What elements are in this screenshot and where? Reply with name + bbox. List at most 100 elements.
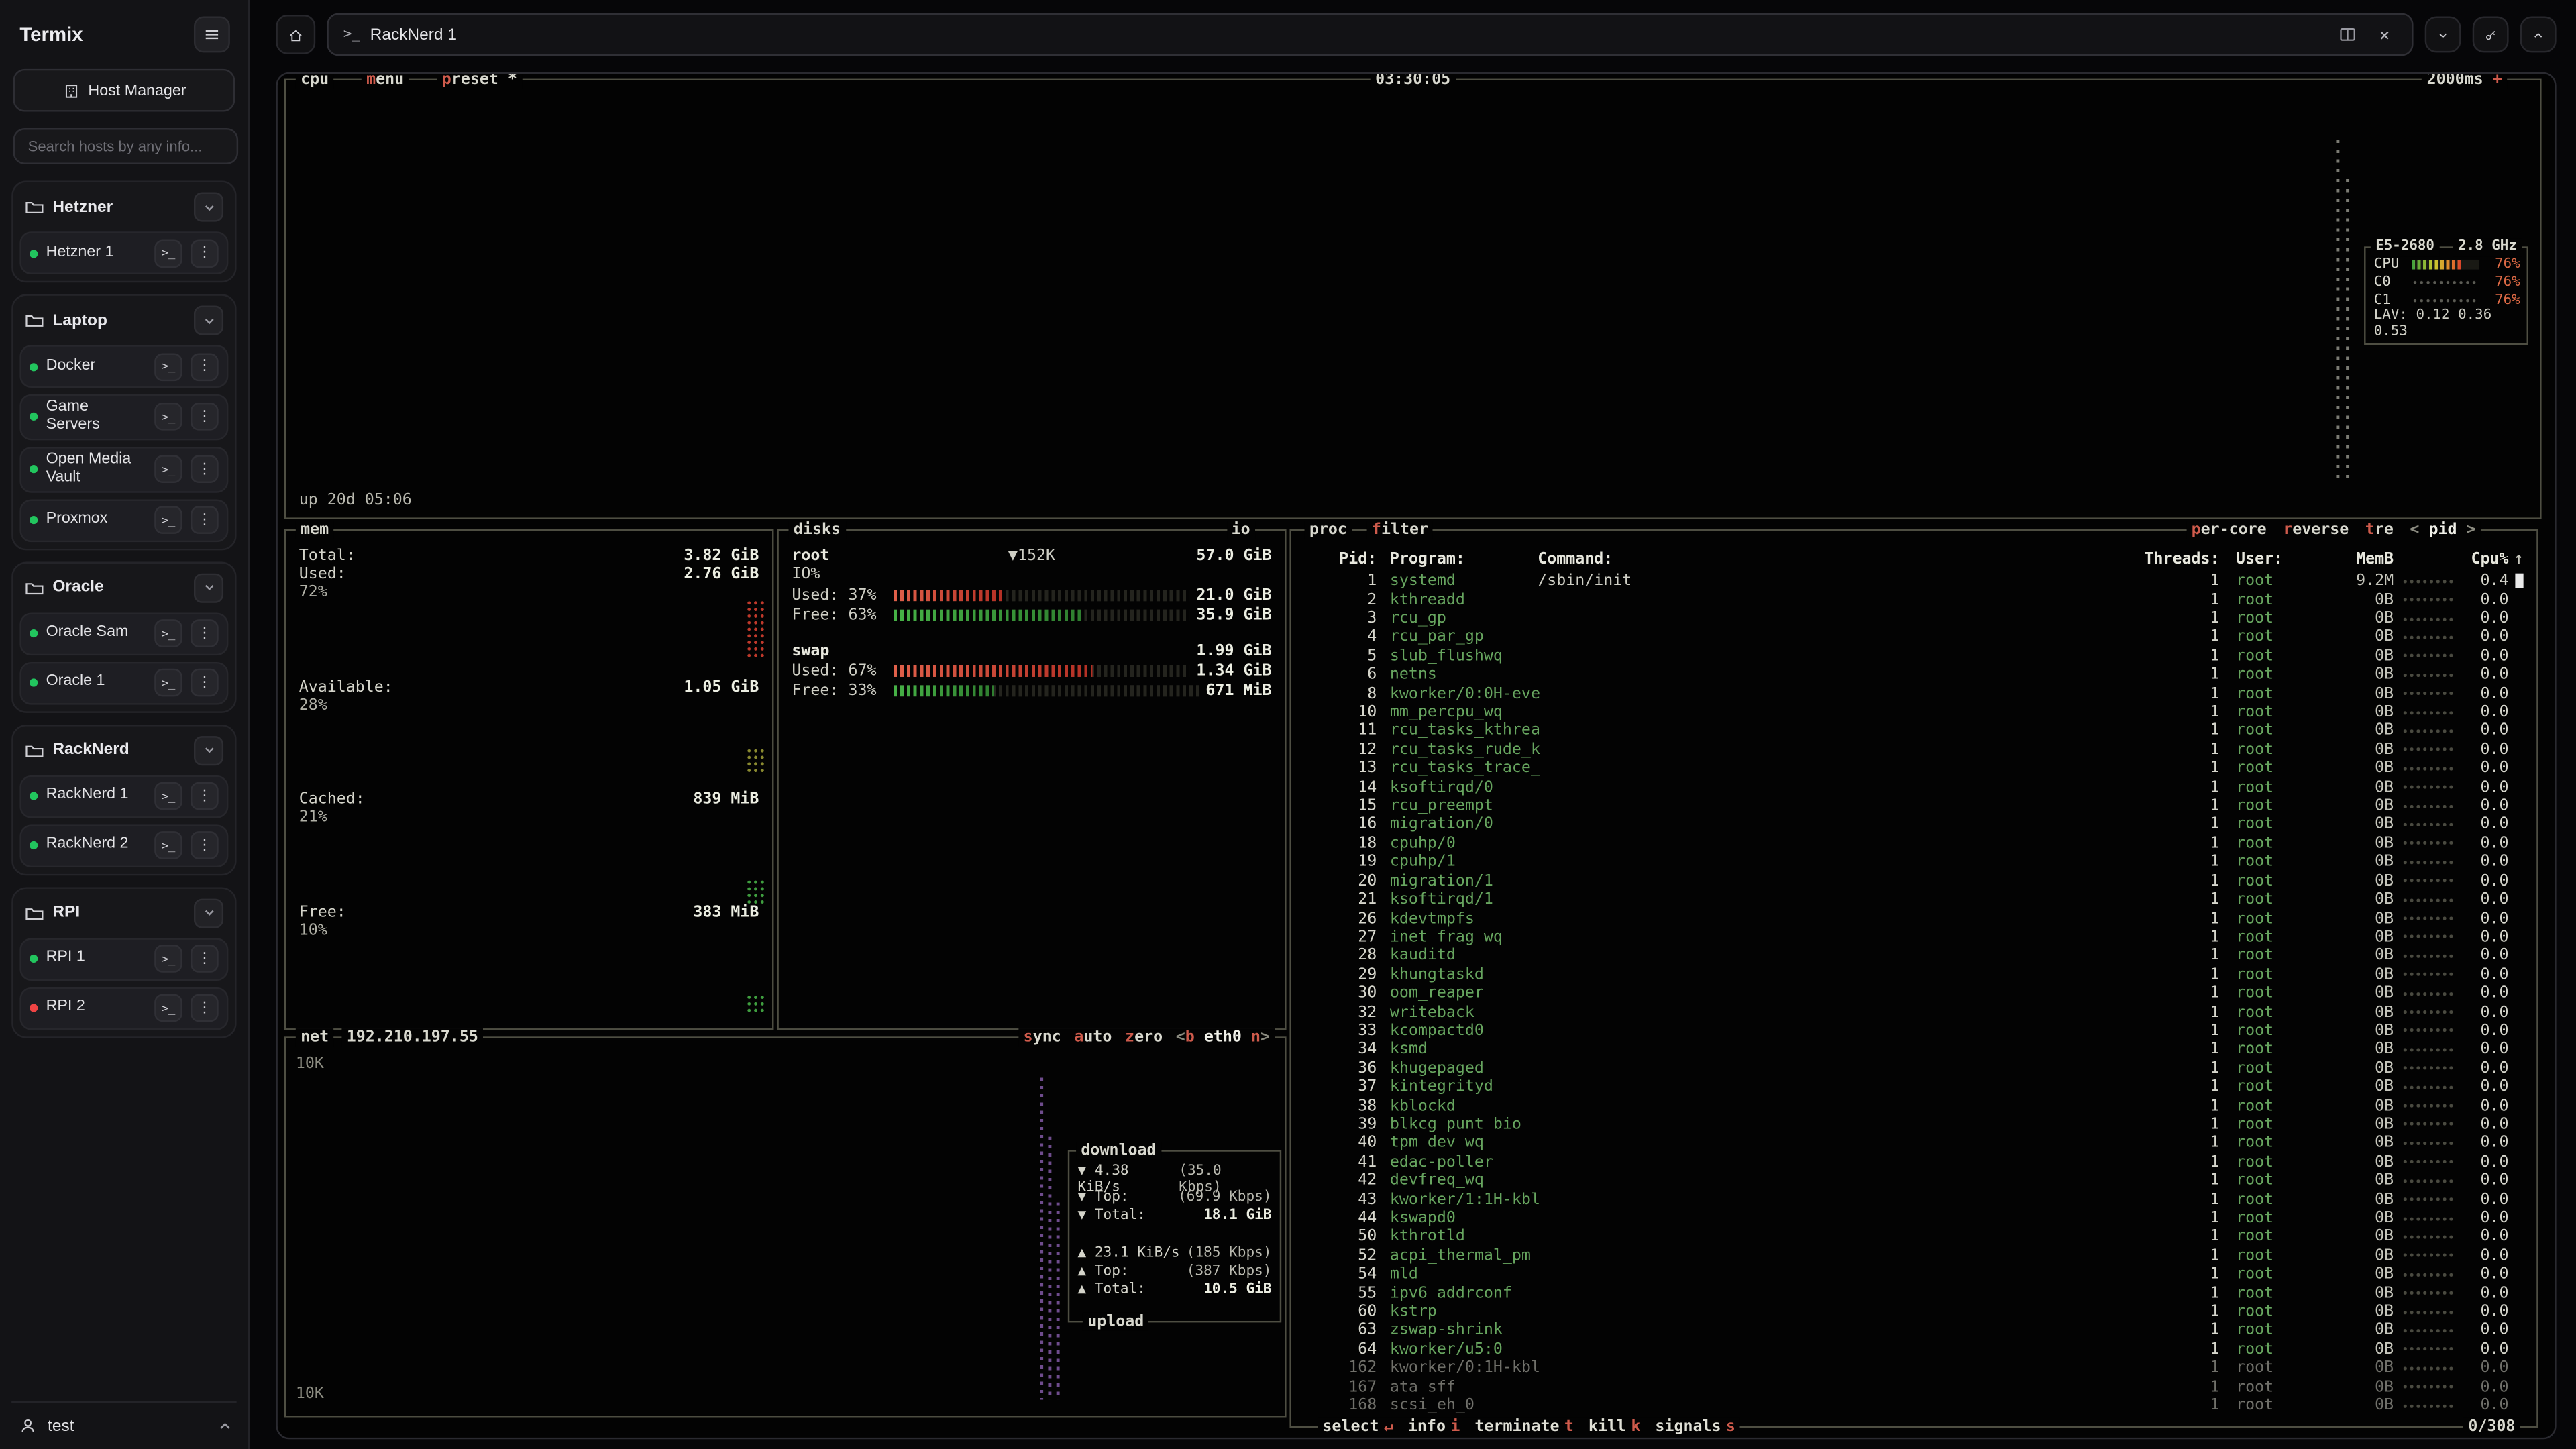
- kebab-menu-button[interactable]: ⋮: [191, 352, 219, 380]
- proc-row[interactable]: 168scsi_eh_01root0B0.0: [1291, 1396, 2536, 1415]
- terminal-tab[interactable]: >_ RackNerd 1: [327, 13, 2413, 56]
- proc-row[interactable]: 16migration/01root0B0.0: [1291, 815, 2536, 834]
- terminal-connect-button[interactable]: >_: [154, 239, 182, 267]
- proc-row[interactable]: 15rcu_preempt1root0B0.0: [1291, 796, 2536, 815]
- proc-row[interactable]: 14ksoftirqd/01root0B0.0: [1291, 778, 2536, 797]
- proc-row[interactable]: 64kworker/u5:01root0B0.0: [1291, 1340, 2536, 1359]
- proc-row[interactable]: 26kdevtmpfs1root0B0.0: [1291, 909, 2536, 928]
- proc-row[interactable]: 3rcu_gp1root0B0.0: [1291, 609, 2536, 628]
- host-row[interactable]: Oracle 1>_⋮: [19, 661, 228, 704]
- proc-row[interactable]: 42devfreq_wq1root0B0.0: [1291, 1171, 2536, 1190]
- kebab-menu-button[interactable]: ⋮: [191, 620, 219, 648]
- proc-shortcut[interactable]: signalss: [1655, 1417, 1735, 1436]
- proc-row[interactable]: 18cpuhp/01root0B0.0: [1291, 834, 2536, 853]
- kebab-menu-button[interactable]: ⋮: [191, 832, 219, 860]
- proc-row[interactable]: 8kworker/0:0H-eve1root0B0.0: [1291, 684, 2536, 703]
- proc-row[interactable]: 4rcu_par_gp1root0B0.0: [1291, 628, 2536, 647]
- proc-row[interactable]: 52acpi_thermal_pm1root0B0.0: [1291, 1246, 2536, 1265]
- proc-row[interactable]: 2kthreadd1root0B0.0: [1291, 590, 2536, 609]
- proc-row[interactable]: 1systemd/sbin/init1root9.2M0.4: [1291, 572, 2536, 590]
- net-option-button[interactable]: auto: [1074, 1028, 1112, 1046]
- proc-option-button[interactable]: per-core: [2192, 521, 2267, 539]
- proc-row[interactable]: 50kthrotld1root0B0.0: [1291, 1228, 2536, 1246]
- host-row[interactable]: Hetzner 1>_⋮: [19, 231, 228, 274]
- proc-row[interactable]: 28kauditd1root0B0.0: [1291, 947, 2536, 965]
- kebab-menu-button[interactable]: ⋮: [191, 994, 219, 1022]
- net-option-button[interactable]: zero: [1125, 1028, 1163, 1046]
- terminal-connect-button[interactable]: >_: [154, 994, 182, 1022]
- terminal-connect-button[interactable]: >_: [154, 832, 182, 860]
- chevron-down-icon[interactable]: [194, 735, 223, 765]
- chevron-down-icon[interactable]: [194, 306, 223, 335]
- host-manager-button[interactable]: Host Manager: [13, 69, 235, 112]
- split-view-icon[interactable]: [2334, 21, 2361, 48]
- host-row[interactable]: Game Servers>_⋮: [19, 394, 228, 440]
- host-row[interactable]: RPI 1>_⋮: [19, 938, 228, 981]
- terminal-connect-button[interactable]: >_: [154, 403, 182, 431]
- proc-row[interactable]: 36khugepaged1root0B0.0: [1291, 1059, 2536, 1078]
- proc-row[interactable]: 60kstrp1root0B0.0: [1291, 1303, 2536, 1322]
- terminal-connect-button[interactable]: >_: [154, 352, 182, 380]
- proc-shortcut[interactable]: terminatet: [1474, 1417, 1573, 1436]
- kebab-menu-button[interactable]: ⋮: [191, 455, 219, 484]
- proc-row[interactable]: 5slub_flushwq1root0B0.0: [1291, 647, 2536, 665]
- proc-row[interactable]: 44kswapd01root0B0.0: [1291, 1209, 2536, 1228]
- expand-button[interactable]: [2520, 16, 2557, 52]
- proc-shortcut[interactable]: select↵: [1322, 1417, 1393, 1436]
- proc-row[interactable]: 40tpm_dev_wq1root0B0.0: [1291, 1134, 2536, 1152]
- ssh-keys-button[interactable]: [2473, 16, 2509, 52]
- proc-row[interactable]: 20migration/11root0B0.0: [1291, 871, 2536, 890]
- close-tab-icon[interactable]: [2371, 21, 2397, 48]
- terminal-connect-button[interactable]: >_: [154, 945, 182, 973]
- host-row[interactable]: Proxmox>_⋮: [19, 499, 228, 542]
- proc-row[interactable]: 37kintegrityd1root0B0.0: [1291, 1077, 2536, 1096]
- interface-selector[interactable]: <b eth0 n>: [1176, 1028, 1270, 1046]
- hamburger-menu-button[interactable]: [194, 16, 230, 52]
- kebab-menu-button[interactable]: ⋮: [191, 669, 219, 697]
- proc-row[interactable]: 63zswap-shrink1root0B0.0: [1291, 1322, 2536, 1340]
- proc-row[interactable]: 29khungtaskd1root0B0.0: [1291, 965, 2536, 984]
- terminal-connect-button[interactable]: >_: [154, 455, 182, 484]
- proc-row[interactable]: 21ksoftirqd/11root0B0.0: [1291, 890, 2536, 909]
- proc-row[interactable]: 41edac-poller1root0B0.0: [1291, 1152, 2536, 1171]
- terminal-connect-button[interactable]: >_: [154, 669, 182, 697]
- host-row[interactable]: RackNerd 1>_⋮: [19, 775, 228, 818]
- kebab-menu-button[interactable]: ⋮: [191, 945, 219, 973]
- sidebar-footer[interactable]: test: [11, 1401, 237, 1436]
- proc-option-button[interactable]: tre: [2365, 521, 2394, 539]
- home-button[interactable]: [276, 15, 315, 54]
- proc-row[interactable]: 167ata_sff1root0B0.0: [1291, 1377, 2536, 1396]
- chevron-down-icon[interactable]: [194, 193, 223, 222]
- proc-row[interactable]: 30oom_reaper1root0B0.0: [1291, 984, 2536, 1003]
- proc-row[interactable]: 13rcu_tasks_trace_1root0B0.0: [1291, 759, 2536, 778]
- preset-button[interactable]: preset *: [437, 72, 522, 89]
- group-header[interactable]: Oracle: [19, 570, 228, 606]
- host-row[interactable]: Open Media Vault>_⋮: [19, 447, 228, 492]
- kebab-menu-button[interactable]: ⋮: [191, 506, 219, 535]
- host-row[interactable]: Oracle Sam>_⋮: [19, 612, 228, 655]
- proc-row[interactable]: 43kworker/1:1H-kbl1root0B0.0: [1291, 1190, 2536, 1209]
- kebab-menu-button[interactable]: ⋮: [191, 782, 219, 810]
- host-row[interactable]: RackNerd 2>_⋮: [19, 824, 228, 867]
- proc-row[interactable]: 54mld1root0B0.0: [1291, 1265, 2536, 1284]
- filter-button[interactable]: filter: [1367, 521, 1434, 539]
- proc-row[interactable]: 55ipv6_addrconf1root0B0.0: [1291, 1284, 2536, 1303]
- host-row[interactable]: Docker>_⋮: [19, 345, 228, 388]
- collapse-button[interactable]: [2425, 16, 2461, 52]
- proc-row[interactable]: 6netns1root0B0.0: [1291, 665, 2536, 684]
- proc-row[interactable]: 19cpuhp/11root0B0.0: [1291, 853, 2536, 871]
- group-header[interactable]: Hetzner: [19, 189, 228, 225]
- proc-row[interactable]: 33kcompactd01root0B0.0: [1291, 1022, 2536, 1040]
- proc-row[interactable]: 12rcu_tasks_rude_k1root0B0.0: [1291, 741, 2536, 759]
- terminal-connect-button[interactable]: >_: [154, 782, 182, 810]
- chevron-down-icon[interactable]: [194, 898, 223, 928]
- proc-row[interactable]: 32writeback1root0B0.0: [1291, 1003, 2536, 1022]
- net-option-button[interactable]: sync: [1024, 1028, 1061, 1046]
- group-header[interactable]: Laptop: [19, 303, 228, 339]
- terminal-connect-button[interactable]: >_: [154, 506, 182, 535]
- proc-row[interactable]: 38kblockd1root0B0.0: [1291, 1096, 2536, 1115]
- proc-row[interactable]: 10mm_percpu_wq1root0B0.0: [1291, 703, 2536, 722]
- terminal-screen[interactable]: cpu menu preset * 03:30:05 2000ms + E5-2…: [276, 72, 2556, 1440]
- proc-shortcut[interactable]: killk: [1589, 1417, 1640, 1436]
- sort-selector[interactable]: < pid >: [2410, 521, 2475, 539]
